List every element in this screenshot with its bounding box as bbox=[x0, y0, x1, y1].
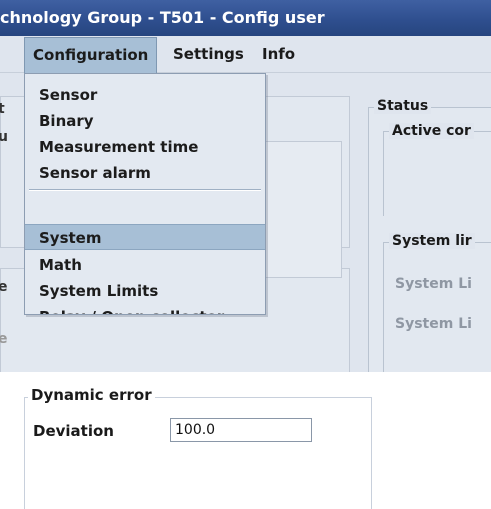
menu-item-system[interactable]: System bbox=[25, 224, 265, 250]
deviation-input[interactable] bbox=[170, 418, 312, 442]
active-config-group bbox=[383, 131, 491, 216]
dynamic-error-group bbox=[24, 397, 372, 509]
menu-settings[interactable]: Settings bbox=[165, 36, 252, 72]
menu-item-relay-open-collector[interactable]: Relay / Open collector bbox=[25, 304, 265, 314]
window-title: chnology Group - T501 - Config user bbox=[0, 8, 325, 27]
menu-separator bbox=[29, 189, 261, 191]
configuration-dropdown: Sensor Binary Measurement time Sensor al… bbox=[24, 73, 266, 315]
system-limit-item-1: System Li bbox=[395, 276, 472, 292]
system-limit-item-2: System Li bbox=[395, 316, 472, 332]
menu-info[interactable]: Info bbox=[254, 36, 303, 72]
edge-char-4: e bbox=[0, 331, 8, 347]
menu-item-sensor-alarm[interactable]: Sensor alarm bbox=[25, 160, 265, 186]
edge-char-1: t bbox=[0, 101, 5, 117]
system-limits-group bbox=[383, 242, 491, 372]
config-window: chnology Group - T501 - Config user Conf… bbox=[0, 0, 491, 372]
dynamic-error-title: Dynamic error bbox=[28, 386, 155, 404]
menu-configuration[interactable]: Configuration bbox=[24, 37, 158, 73]
menu-item-sensor[interactable]: Sensor bbox=[25, 82, 265, 108]
menu-item-binary[interactable]: Binary bbox=[25, 108, 265, 134]
edge-char-2: u bbox=[0, 129, 8, 145]
deviation-label: Deviation bbox=[33, 422, 114, 440]
title-bar: chnology Group - T501 - Config user bbox=[0, 0, 491, 36]
system-limits-title: System lir bbox=[389, 233, 475, 249]
menu-item-system-limits[interactable]: System Limits bbox=[25, 278, 265, 304]
dynamic-error-screenshot: Dynamic error Deviation bbox=[0, 380, 491, 509]
active-config-label: Active cor bbox=[389, 123, 474, 139]
menu-item-math[interactable]: Math bbox=[25, 252, 265, 278]
edge-char-3: e bbox=[0, 279, 8, 295]
status-title: Status bbox=[374, 98, 432, 114]
menu-item-measurement-time[interactable]: Measurement time bbox=[25, 134, 265, 160]
menu-bar: Configuration Settings Info bbox=[0, 36, 491, 73]
